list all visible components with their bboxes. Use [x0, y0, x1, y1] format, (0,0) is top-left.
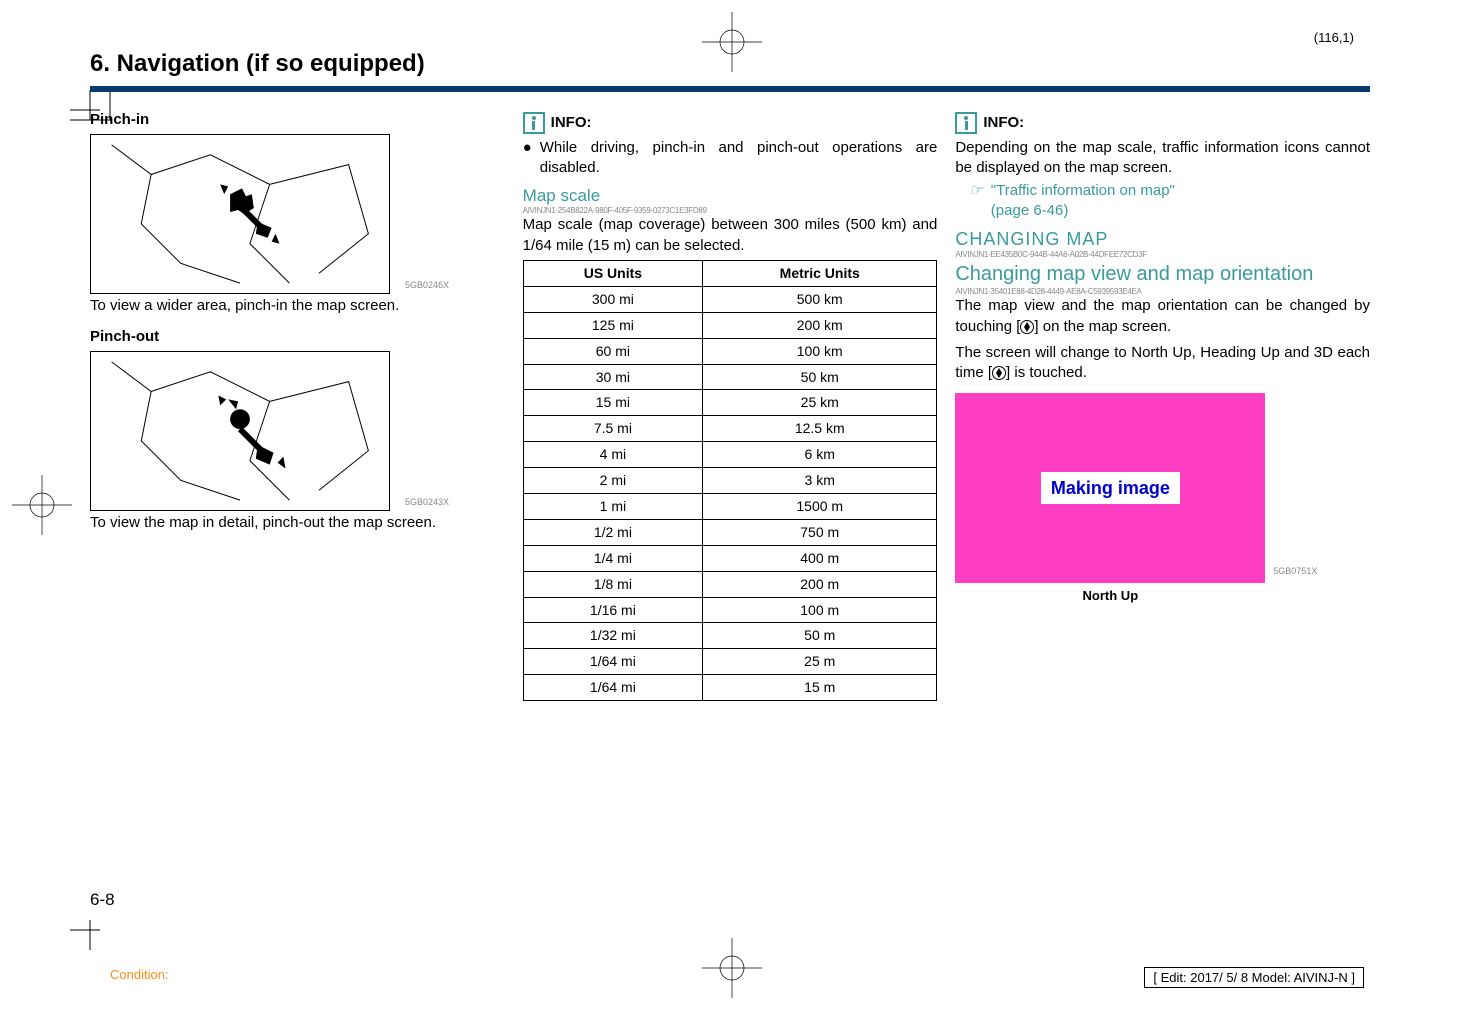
changing-view-subheading: Changing map view and map orientation AI… [955, 261, 1370, 296]
pinch-in-figure: 5GB0246X [90, 134, 390, 294]
cell-metric: 100 m [703, 597, 937, 623]
table-row: 7.5 mi12.5 km [523, 416, 937, 442]
cell-metric: 6 km [703, 442, 937, 468]
cell-us: 1/4 mi [523, 545, 702, 571]
info-icon [955, 112, 977, 134]
cell-us: 2 mi [523, 468, 702, 494]
table-row: 1/64 mi25 m [523, 649, 937, 675]
table-row: 2 mi3 km [523, 468, 937, 494]
table-row: 125 mi200 km [523, 312, 937, 338]
cell-metric: 750 m [703, 519, 937, 545]
chapter-title: 6. Navigation (if so equipped) [90, 50, 1370, 78]
cell-metric: 400 m [703, 545, 937, 571]
pinch-out-para: To view the map in detail, pinch-out the… [90, 513, 505, 533]
pinch-in-para: To view a wider area, pinch-in the map s… [90, 296, 505, 316]
info-label-col3: INFO: [983, 113, 1024, 133]
cell-us: 1/8 mi [523, 571, 702, 597]
cell-us: 300 mi [523, 286, 702, 312]
condition-label: Condition: [110, 967, 169, 982]
chapter-rule [90, 86, 1370, 92]
column-1: Pinch-in 5GB0246X To view a wide [90, 110, 505, 701]
north-up-caption: North Up [955, 587, 1265, 605]
table-row: 60 mi100 km [523, 338, 937, 364]
table-row: 4 mi6 km [523, 442, 937, 468]
cell-us: 125 mi [523, 312, 702, 338]
cell-us: 1 mi [523, 493, 702, 519]
cell-us: 4 mi [523, 442, 702, 468]
cell-us: 1/16 mi [523, 597, 702, 623]
cell-metric: 200 km [703, 312, 937, 338]
cell-us: 1/64 mi [523, 675, 702, 701]
cell-metric: 50 m [703, 623, 937, 649]
page-number: 6-8 [90, 890, 115, 910]
cell-metric: 3 km [703, 468, 937, 494]
table-row: 300 mi500 km [523, 286, 937, 312]
column-2: INFO: ● While driving, pinch-in and pinc… [523, 110, 938, 701]
map-scale-heading: Map scale AIVINJN1-254B822A-980F-405F-93… [523, 185, 938, 216]
registration-mark-left [12, 475, 72, 535]
map-scale-id: AIVINJN1-254B822A-980F-405F-9359-0273C1E… [523, 207, 938, 215]
cell-us: 1/64 mi [523, 649, 702, 675]
registration-mark-bottom [702, 938, 762, 998]
cell-us: 15 mi [523, 390, 702, 416]
scale-table: US Units Metric Units 300 mi500 km125 mi… [523, 260, 938, 701]
pinch-out-heading: Pinch-out [90, 327, 505, 347]
table-row: 30 mi50 km [523, 364, 937, 390]
cell-us: 1/2 mi [523, 519, 702, 545]
cell-us: 30 mi [523, 364, 702, 390]
cell-metric: 50 km [703, 364, 937, 390]
table-row: 1/64 mi15 m [523, 675, 937, 701]
fig2-label: 5GB0243X [405, 496, 449, 508]
info-label-col2: INFO: [551, 113, 592, 133]
cell-metric: 500 km [703, 286, 937, 312]
bullet-dot: ● [523, 138, 532, 179]
compass-icon [1020, 320, 1034, 334]
cell-metric: 15 m [703, 675, 937, 701]
changing-map-id: AIVINJN1-EE435B0C-944B-44A6-A02B-44DFEE7… [955, 251, 1370, 259]
info-icon [523, 112, 545, 134]
map-scale-para: Map scale (map coverage) between 300 mil… [523, 215, 938, 256]
cell-metric: 200 m [703, 571, 937, 597]
cell-metric: 25 m [703, 649, 937, 675]
edit-info-box: [ Edit: 2017/ 5/ 8 Model: AIVINJ-N ] [1144, 967, 1364, 988]
table-row: 15 mi25 km [523, 390, 937, 416]
cell-us: 60 mi [523, 338, 702, 364]
changing-map-heading: CHANGING MAP AIVINJN1-EE435B0C-944B-44A6… [955, 227, 1370, 259]
cell-metric: 12.5 km [703, 416, 937, 442]
column-3: INFO: Depending on the map scale, traffi… [955, 110, 1370, 701]
page-coord: (116,1) [1314, 30, 1354, 45]
info-para-col3: Depending on the map scale, traffic info… [955, 138, 1370, 179]
pink-label: 5GB0751X [1273, 565, 1317, 577]
making-image-placeholder: Making image 5GB0751X [955, 393, 1265, 583]
table-row: 1/4 mi400 m [523, 545, 937, 571]
cell-metric: 1500 m [703, 493, 937, 519]
orientation-para1: The map view and the map orientation can… [955, 296, 1370, 337]
pinch-out-figure: 5GB0243X [90, 351, 390, 511]
table-row: 1/8 mi200 m [523, 571, 937, 597]
table-row: 1/2 mi750 m [523, 519, 937, 545]
changing-view-id: AIVINJN1-35401E88-4D28-4449-AE8A-C593959… [955, 288, 1370, 296]
cell-metric: 100 km [703, 338, 937, 364]
fig1-label: 5GB0246X [405, 279, 449, 291]
orientation-para2: The screen will change to North Up, Head… [955, 343, 1370, 384]
cell-us: 7.5 mi [523, 416, 702, 442]
cell-us: 1/32 mi [523, 623, 702, 649]
reference-icon: ☞ [969, 181, 982, 222]
th-us: US Units [523, 260, 702, 286]
table-row: 1/16 mi100 m [523, 597, 937, 623]
th-metric: Metric Units [703, 260, 937, 286]
cell-metric: 25 km [703, 390, 937, 416]
reference-link: "Traffic information on map" (page 6-46) [991, 181, 1175, 222]
pinch-in-heading: Pinch-in [90, 110, 505, 130]
table-row: 1/32 mi50 m [523, 623, 937, 649]
compass-icon [992, 366, 1006, 380]
making-image-text: Making image [1041, 472, 1180, 504]
table-row: 1 mi1500 m [523, 493, 937, 519]
info-bullet-text: While driving, pinch-in and pinch-out op… [540, 138, 938, 179]
